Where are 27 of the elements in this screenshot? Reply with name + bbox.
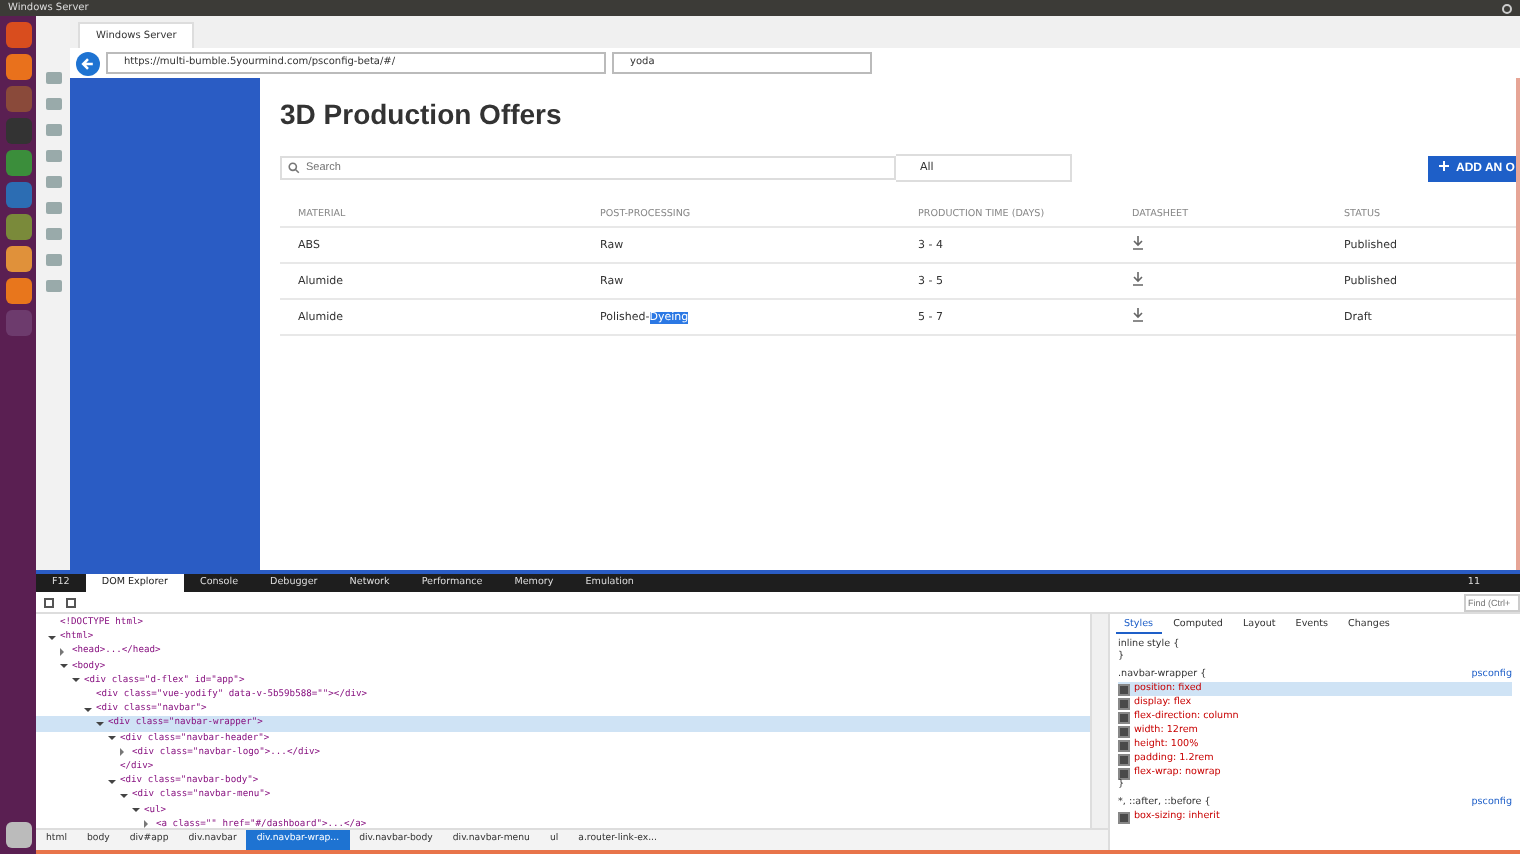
scrollbar[interactable] [1516,78,1520,570]
app-icon[interactable] [5,22,31,48]
plus-icon [1438,160,1450,173]
app-icon[interactable] [5,54,31,80]
download-icon[interactable] [1132,236,1144,250]
scrollbar[interactable] [1090,614,1108,828]
back-button[interactable] [76,51,100,75]
app-icon[interactable] [5,278,31,304]
checkbox[interactable] [1118,767,1130,779]
search-icon [288,162,300,174]
download-icon[interactable] [1132,272,1144,286]
expand-arrow-icon[interactable] [60,647,68,656]
page-title: 3D Production Offers [280,98,564,130]
download-icon[interactable] [1132,308,1144,322]
expand-arrow-icon[interactable] [120,748,128,757]
checkbox[interactable] [1118,697,1130,709]
back-arrow-icon [80,55,96,71]
checkbox[interactable] [1118,683,1130,695]
checkbox[interactable] [1118,753,1130,765]
app-icon[interactable] [5,150,31,176]
checkbox[interactable] [1118,739,1130,751]
app-icon[interactable] [5,214,31,240]
app-icon[interactable] [5,246,31,272]
checkbox[interactable] [1118,711,1130,723]
checkbox[interactable] [1118,811,1130,823]
checkbox[interactable] [1118,725,1130,737]
trash-icon[interactable] [5,822,31,848]
